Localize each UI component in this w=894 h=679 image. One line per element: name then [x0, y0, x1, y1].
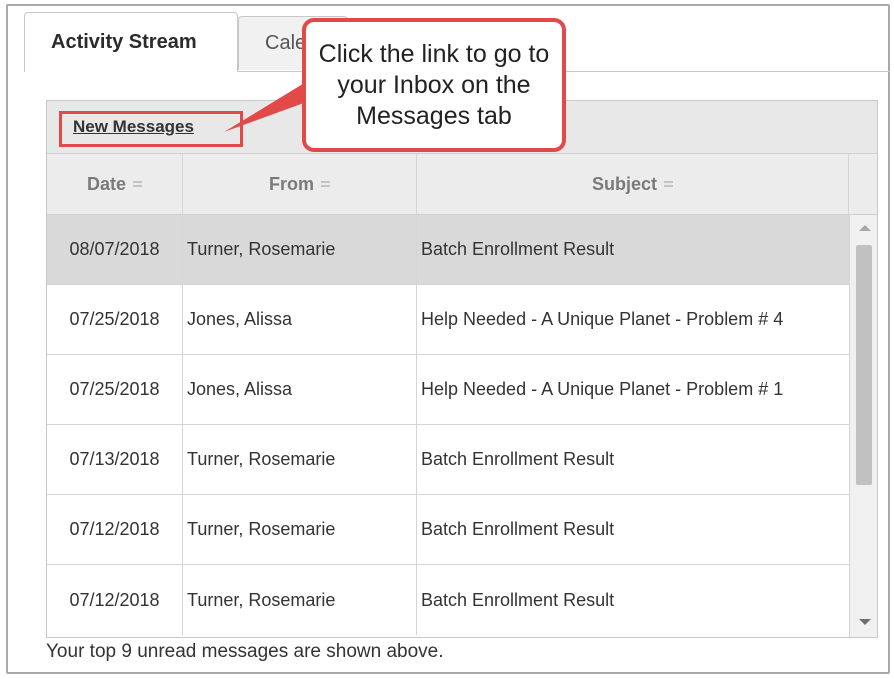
- callout-text: Click the link to go to your Inbox on th…: [318, 39, 550, 130]
- callout-tooltip: Click the link to go to your Inbox on th…: [302, 18, 566, 152]
